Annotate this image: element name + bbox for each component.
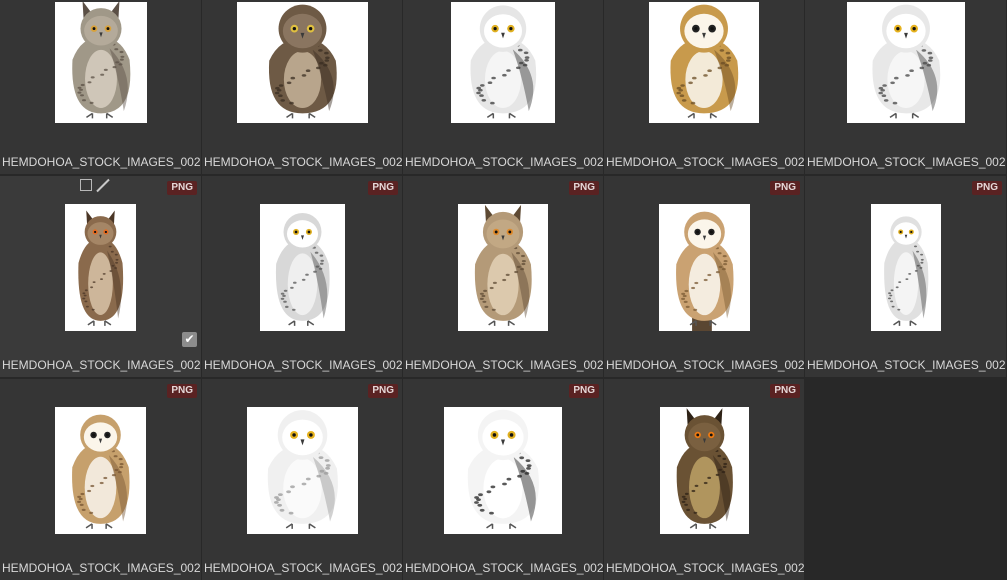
thumbnail-cell[interactable]: PNG HEMDOHOA_STOCK_IMAGES_0022 ... [805,176,1006,377]
thumbnail-filename: HEMDOHOA_STOCK_IMAGES_0022 ... [2,358,201,372]
empty-grid-space [805,379,1006,580]
thumbnail-filename: HEMDOHOA_STOCK_IMAGES_0022 ... [807,155,1006,169]
checkmark-icon[interactable]: ✔ [182,332,197,347]
file-type-badge: PNG [368,181,398,195]
owl-image [659,407,749,534]
thumbnail-filename: HEMDOHOA_STOCK_IMAGES_0022 ... [606,561,804,575]
owl-image [246,407,358,534]
thumbnail-area [403,0,603,124]
thumbnail-cell[interactable]: PNG HEMDOHOA_STOCK_IMAGES_0022 ... [403,176,603,377]
owl-image [236,2,368,123]
thumbnail-filename: HEMDOHOA_STOCK_IMAGES_0022 ... [606,155,804,169]
thumbnail-filename: HEMDOHOA_STOCK_IMAGES_0022 ... [204,561,402,575]
file-type-badge: PNG [167,384,197,398]
slash-icon[interactable] [96,179,108,191]
thumbnail-cell[interactable]: HEMDOHOA_STOCK_IMAGES_0022 ... [202,0,402,174]
owl-image [55,407,146,534]
owl-image [458,204,548,331]
thumbnail-cell[interactable]: PNG ✔ HEMDOHOA_STOCK_IMAGES_0022 ... [0,176,201,377]
file-type-badge: PNG [972,181,1002,195]
thumbnail-filename: HEMDOHOA_STOCK_IMAGES_0022 ... [606,358,804,372]
thumbnail-filename: HEMDOHOA_STOCK_IMAGES_0022 ... [2,561,201,575]
thumbnail-grid: HEMDOHOA_STOCK_IMAGES_0022 ... HEMDOHOA_… [0,0,1007,580]
file-type-badge: PNG [167,181,197,195]
thumbnail-cell[interactable]: HEMDOHOA_STOCK_IMAGES_0022 ... [403,0,603,174]
owl-image [65,204,136,331]
file-type-badge: PNG [770,181,800,195]
thumbnail-filename: HEMDOHOA_STOCK_IMAGES_0022 ... [2,155,201,169]
thumbnail-cell[interactable]: HEMDOHOA_STOCK_IMAGES_0022 ... [805,0,1006,174]
thumbnail-area [805,176,1006,357]
owl-image [649,2,759,123]
thumbnail-cell[interactable]: PNG HEMDOHOA_STOCK_IMAGES_0022 ... [202,379,402,580]
thumbnail-area [0,0,201,124]
owl-image [54,2,147,123]
thumbnail-area [403,379,603,560]
thumbnail-filename: HEMDOHOA_STOCK_IMAGES_0022 ... [204,155,402,169]
thumbnail-area [202,0,402,124]
thumbnail-area [403,176,603,357]
thumbnail-filename: HEMDOHOA_STOCK_IMAGES_0022 ... [204,358,402,372]
file-type-badge: PNG [368,384,398,398]
thumbnail-cell[interactable]: PNG HEMDOHOA_STOCK_IMAGES_0022 ... [0,379,201,580]
owl-image [451,2,555,123]
owl-image [870,204,941,331]
thumbnail-cell[interactable]: HEMDOHOA_STOCK_IMAGES_0022 ... [0,0,201,174]
thumbnail-cell[interactable]: PNG HEMDOHOA_STOCK_IMAGES_0022 ... [604,176,804,377]
owl-image [846,2,965,123]
owl-image [658,204,750,331]
thumbnail-area [805,0,1006,124]
thumbnail-area [604,379,804,560]
thumbnail-cell[interactable]: PNG HEMDOHOA_STOCK_IMAGES_0022 ... [604,379,804,580]
thumbnail-filename: HEMDOHOA_STOCK_IMAGES_0022 ... [405,155,603,169]
thumbnail-area [604,176,804,357]
square-select-icon[interactable] [80,179,92,191]
thumbnail-filename: HEMDOHOA_STOCK_IMAGES_0022 ... [807,358,1006,372]
file-type-badge: PNG [770,384,800,398]
owl-image [444,407,562,534]
file-type-badge: PNG [569,384,599,398]
thumbnail-area [202,176,402,357]
thumbnail-area [604,0,804,124]
thumbnail-cell[interactable]: PNG HEMDOHOA_STOCK_IMAGES_0022 ... [202,176,402,377]
thumbnail-filename: HEMDOHOA_STOCK_IMAGES_0022 ... [405,358,603,372]
file-type-badge: PNG [569,181,599,195]
owl-image [259,204,345,331]
thumbnail-area [202,379,402,560]
thumbnail-area [0,176,201,357]
thumbnail-tools [80,179,108,191]
thumbnail-filename: HEMDOHOA_STOCK_IMAGES_0022 ... [405,561,603,575]
thumbnail-area [0,379,201,560]
thumbnail-cell[interactable]: PNG HEMDOHOA_STOCK_IMAGES_0022 ... [403,379,603,580]
thumbnail-cell[interactable]: HEMDOHOA_STOCK_IMAGES_0022 ... [604,0,804,174]
